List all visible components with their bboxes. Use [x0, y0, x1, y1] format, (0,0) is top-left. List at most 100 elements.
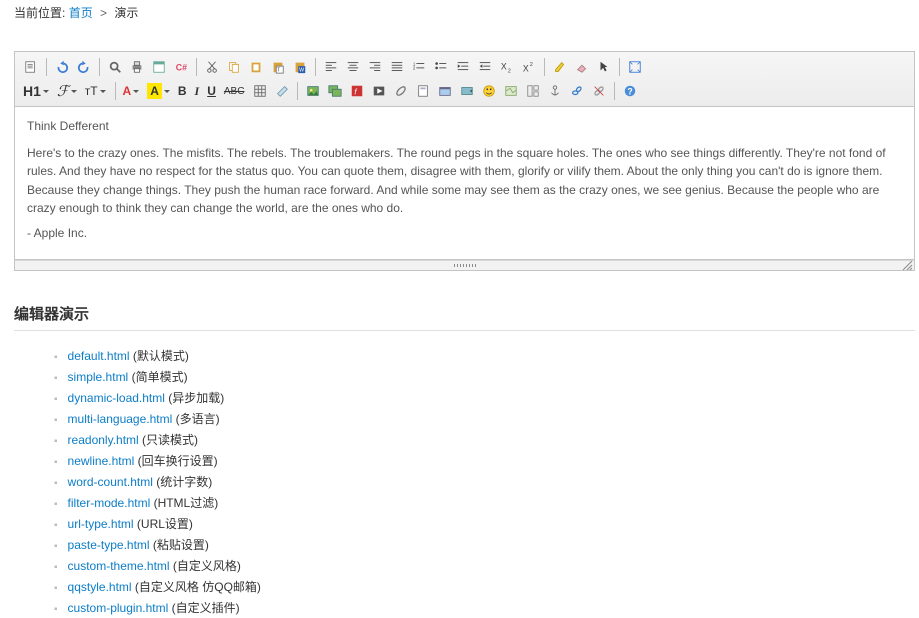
pasteword-icon[interactable]: T [268, 57, 288, 77]
attachment-icon[interactable] [413, 81, 433, 101]
rich-text-editor: C# T W 12 X2 X2 [14, 51, 915, 260]
svg-text:C#: C# [176, 63, 187, 73]
unorderedlist-icon[interactable] [431, 57, 451, 77]
fullscreen-icon[interactable] [625, 57, 645, 77]
demo-link[interactable]: paste-type.html [68, 538, 150, 552]
fontsize-dropdown[interactable]: тT [83, 81, 110, 101]
demo-link[interactable]: dynamic-load.html [68, 391, 165, 405]
bold-button[interactable]: B [176, 81, 191, 101]
svg-text:X: X [501, 62, 507, 72]
content-title: Think Defferent [27, 117, 902, 136]
print-icon[interactable] [127, 57, 147, 77]
demo-link[interactable]: custom-plugin.html [68, 601, 169, 615]
svg-text:X: X [523, 63, 529, 73]
demo-link[interactable]: filter-mode.html [68, 496, 151, 510]
list-item: qqstyle.html (自定义风格 仿QQ邮箱) [54, 576, 915, 597]
orderedlist-icon[interactable]: 12 [409, 57, 429, 77]
about-icon[interactable]: ? [620, 81, 640, 101]
editor-toolbar: C# T W 12 X2 X2 [15, 52, 914, 107]
svg-text:W: W [299, 67, 304, 73]
list-item: simple.html (简单模式) [54, 366, 915, 387]
heading-dropdown[interactable]: H1 [21, 81, 53, 101]
demo-desc: (简单模式) [128, 370, 187, 384]
media-icon[interactable] [369, 81, 389, 101]
layout-icon[interactable] [523, 81, 543, 101]
list-item: paste-type.html (粘贴设置) [54, 534, 915, 555]
file-icon[interactable] [391, 81, 411, 101]
alignleft-icon[interactable] [321, 57, 341, 77]
list-item: default.html (默认模式) [54, 345, 915, 366]
image-icon[interactable] [303, 81, 323, 101]
demo-desc: (URL设置) [134, 517, 193, 531]
list-item: url-type.html (URL设置) [54, 513, 915, 534]
demo-desc: (回车换行设置) [134, 454, 217, 468]
list-item: readonly.html (只读模式) [54, 429, 915, 450]
list-item: filter-mode.html (HTML过滤) [54, 492, 915, 513]
svg-text:?: ? [628, 87, 633, 97]
list-item: custom-plugin.html (自定义插件) [54, 597, 915, 618]
subscript-icon[interactable]: X2 [497, 57, 517, 77]
breadcrumb-home-link[interactable]: 首页 [69, 6, 93, 20]
svg-text:2: 2 [530, 62, 533, 68]
outdent-icon[interactable] [475, 57, 495, 77]
alignright-icon[interactable] [365, 57, 385, 77]
table-icon[interactable] [250, 81, 270, 101]
undo-icon[interactable] [52, 57, 72, 77]
demo-desc: (统计字数) [153, 475, 212, 489]
content-body: Here's to the crazy ones. The misfits. T… [27, 144, 902, 218]
anchor-icon[interactable] [545, 81, 565, 101]
codeformat-icon[interactable]: C# [171, 57, 191, 77]
forecolor-dropdown[interactable]: A [121, 81, 144, 101]
backcolor-dropdown[interactable]: A [145, 81, 174, 101]
breadcrumb-sep: > [100, 6, 107, 20]
unlink-icon[interactable] [589, 81, 609, 101]
demo-link[interactable]: default.html [68, 349, 130, 363]
strike-button[interactable]: ABC [222, 81, 249, 101]
alignjustify-icon[interactable] [387, 57, 407, 77]
indent-icon[interactable] [453, 57, 473, 77]
superscript-icon[interactable]: X2 [519, 57, 539, 77]
eraser-icon[interactable] [572, 57, 592, 77]
editor-content-area[interactable]: Think Defferent Here's to the crazy ones… [15, 107, 914, 259]
map-icon[interactable] [501, 81, 521, 101]
link-icon[interactable] [567, 81, 587, 101]
emoji-icon[interactable] [479, 81, 499, 101]
preview-icon[interactable] [105, 57, 125, 77]
demo-list: default.html (默认模式)simple.html (简单模式)dyn… [54, 345, 915, 618]
demo-desc: (粘贴设置) [150, 538, 209, 552]
copy-icon[interactable] [224, 57, 244, 77]
demo-link[interactable]: url-type.html [68, 517, 134, 531]
source-icon[interactable] [21, 57, 41, 77]
aligncenter-icon[interactable] [343, 57, 363, 77]
redo-icon[interactable] [74, 57, 94, 77]
pasteplain-icon[interactable]: W [290, 57, 310, 77]
insertfile-icon[interactable] [435, 81, 455, 101]
demo-desc: (只读模式) [139, 433, 198, 447]
demo-link[interactable]: qqstyle.html [68, 580, 132, 594]
breadcrumb: 当前位置: 首页 > 演示 [14, 0, 915, 27]
more-icon[interactable] [457, 81, 477, 101]
section-heading: 编辑器演示 [14, 303, 915, 331]
demo-link[interactable]: simple.html [68, 370, 129, 384]
list-item: dynamic-load.html (异步加载) [54, 387, 915, 408]
list-item: word-count.html (统计字数) [54, 471, 915, 492]
italic-button[interactable]: I [193, 81, 204, 101]
template-icon[interactable] [149, 57, 169, 77]
multiimage-icon[interactable] [325, 81, 345, 101]
removeformat-icon[interactable] [272, 81, 292, 101]
demo-link[interactable]: multi-language.html [68, 412, 173, 426]
cut-icon[interactable] [202, 57, 222, 77]
flash-icon[interactable]: f [347, 81, 367, 101]
demo-link[interactable]: newline.html [68, 454, 135, 468]
underline-button[interactable]: U [205, 81, 220, 101]
resize-corner-icon[interactable] [901, 259, 913, 271]
demo-link[interactable]: readonly.html [68, 433, 139, 447]
demo-link[interactable]: word-count.html [68, 475, 153, 489]
content-signature: - Apple Inc. [27, 224, 902, 243]
paste-icon[interactable] [246, 57, 266, 77]
editor-resize-handle[interactable] [14, 260, 915, 271]
demo-link[interactable]: custom-theme.html [68, 559, 170, 573]
pointer-icon[interactable] [594, 57, 614, 77]
highlighter-icon[interactable] [550, 57, 570, 77]
fontfamily-dropdown[interactable]: ℱ [55, 81, 81, 101]
